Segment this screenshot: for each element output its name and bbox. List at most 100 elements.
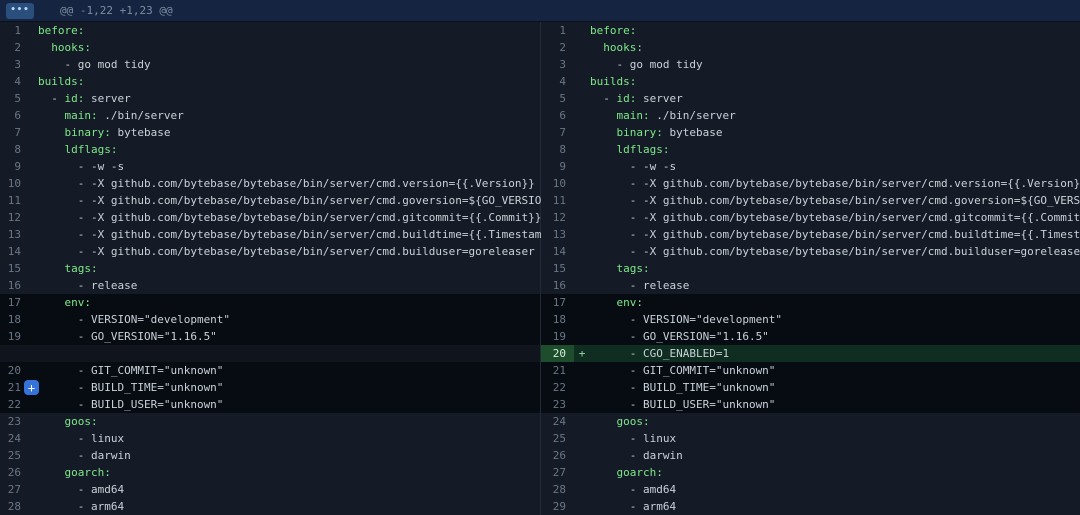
line-number[interactable]: 5: [541, 90, 574, 107]
line-number[interactable]: 29: [541, 498, 574, 515]
line-number[interactable]: 2: [541, 39, 574, 56]
code-text: - release: [38, 279, 137, 292]
diff-marker: [25, 413, 38, 430]
code-line: - darwin: [38, 447, 131, 464]
line-number[interactable]: 13: [0, 226, 25, 243]
code-line: - linux: [590, 430, 676, 447]
line-number[interactable]: 20: [0, 362, 25, 379]
diff-row: 6 main: ./bin/server: [0, 107, 540, 124]
line-number[interactable]: 1: [0, 22, 25, 39]
line-number[interactable]: 8: [541, 141, 574, 158]
line-number[interactable]: 13: [541, 226, 574, 243]
line-number[interactable]: 19: [541, 328, 574, 345]
diff-marker: [25, 56, 38, 73]
diff-row: 26 - darwin: [541, 447, 1080, 464]
diff-marker: [574, 56, 590, 73]
line-number[interactable]: 14: [0, 243, 25, 260]
line-number[interactable]: 19: [0, 328, 25, 345]
line-number[interactable]: 11: [541, 192, 574, 209]
line-number[interactable]: 26: [541, 447, 574, 464]
code-line: - -X github.com/bytebase/bytebase/bin/se…: [38, 243, 535, 260]
diff-row: 17 env:: [0, 294, 540, 311]
line-number[interactable]: 24: [0, 430, 25, 447]
line-number[interactable]: 28: [541, 481, 574, 498]
line-number[interactable]: 23: [541, 396, 574, 413]
diff-marker: [574, 481, 590, 498]
line-number[interactable]: 15: [0, 260, 25, 277]
line-number[interactable]: 3: [541, 56, 574, 73]
line-number[interactable]: 11: [0, 192, 25, 209]
diff-row: 22 - BUILD_TIME="unknown": [541, 379, 1080, 396]
line-number[interactable]: 22: [541, 379, 574, 396]
diff-row: 23 - BUILD_USER="unknown": [541, 396, 1080, 413]
diff-marker: [574, 396, 590, 413]
line-number[interactable]: 10: [541, 175, 574, 192]
added-marker: +: [574, 345, 590, 362]
diff-marker: [574, 430, 590, 447]
code-text: - -X github.com/bytebase/bytebase/bin/se…: [38, 228, 561, 241]
add-comment-button[interactable]: +: [24, 380, 39, 395]
code-text: - linux: [38, 432, 124, 445]
yaml-key: ldflags:: [617, 143, 670, 156]
diff-row: 20 - GIT_COMMIT="unknown": [0, 362, 540, 379]
line-number[interactable]: 23: [0, 413, 25, 430]
line-number[interactable]: 17: [541, 294, 574, 311]
line-number[interactable]: 28: [0, 498, 25, 515]
expand-hunk-button[interactable]: •••: [6, 3, 34, 19]
line-number[interactable]: 2: [0, 39, 25, 56]
line-number[interactable]: 26: [0, 464, 25, 481]
line-number[interactable]: 10: [0, 175, 25, 192]
line-number[interactable]: 25: [541, 430, 574, 447]
diff-marker: [574, 277, 590, 294]
line-number[interactable]: 9: [541, 158, 574, 175]
code-text: [590, 126, 617, 139]
line-number[interactable]: 16: [0, 277, 25, 294]
code-text: - -X github.com/bytebase/bytebase/bin/se…: [590, 228, 1080, 241]
line-number[interactable]: 12: [541, 209, 574, 226]
code-text: - go mod tidy: [590, 58, 703, 71]
line-number[interactable]: 6: [541, 107, 574, 124]
line-number[interactable]: 6: [0, 107, 25, 124]
line-number[interactable]: 27: [541, 464, 574, 481]
line-number[interactable]: 27: [0, 481, 25, 498]
line-number[interactable]: 14: [541, 243, 574, 260]
line-number[interactable]: 4: [0, 73, 25, 90]
code-line: - -w -s: [590, 158, 676, 175]
line-number[interactable]: 25: [0, 447, 25, 464]
yaml-key: binary:: [617, 126, 663, 139]
line-number[interactable]: 18: [0, 311, 25, 328]
diff-marker: [25, 39, 38, 56]
code-text: - -X github.com/bytebase/bytebase/bin/se…: [38, 211, 541, 224]
line-number[interactable]: 24: [541, 413, 574, 430]
line-number[interactable]: 12: [0, 209, 25, 226]
line-number[interactable]: 18: [541, 311, 574, 328]
line-number[interactable]: 8: [0, 141, 25, 158]
code-text: - release: [590, 279, 689, 292]
diff-marker: [574, 192, 590, 209]
line-number[interactable]: 17: [0, 294, 25, 311]
code-text: - amd64: [38, 483, 124, 496]
line-number[interactable]: 21: [0, 379, 25, 396]
line-number[interactable]: 7: [541, 124, 574, 141]
diff-marker: [574, 328, 590, 345]
line-number[interactable]: 5: [0, 90, 25, 107]
line-number[interactable]: 22: [0, 396, 25, 413]
line-number[interactable]: 21: [541, 362, 574, 379]
code-text: - VERSION="development": [38, 313, 230, 326]
code-text: [38, 109, 65, 122]
code-text: bytebase: [111, 126, 171, 139]
yaml-key: builds:: [38, 75, 84, 88]
line-number[interactable]: 15: [541, 260, 574, 277]
code-line: hooks:: [590, 39, 643, 56]
code-line: ldflags:: [38, 141, 117, 158]
line-number[interactable]: 7: [0, 124, 25, 141]
line-number[interactable]: 16: [541, 277, 574, 294]
diff-row: 7 binary: bytebase: [541, 124, 1080, 141]
diff-marker: [574, 243, 590, 260]
line-number[interactable]: 20: [541, 345, 574, 362]
line-number[interactable]: 4: [541, 73, 574, 90]
line-number[interactable]: 9: [0, 158, 25, 175]
line-number[interactable]: 1: [541, 22, 574, 39]
code-line: main: ./bin/server: [38, 107, 184, 124]
line-number[interactable]: 3: [0, 56, 25, 73]
